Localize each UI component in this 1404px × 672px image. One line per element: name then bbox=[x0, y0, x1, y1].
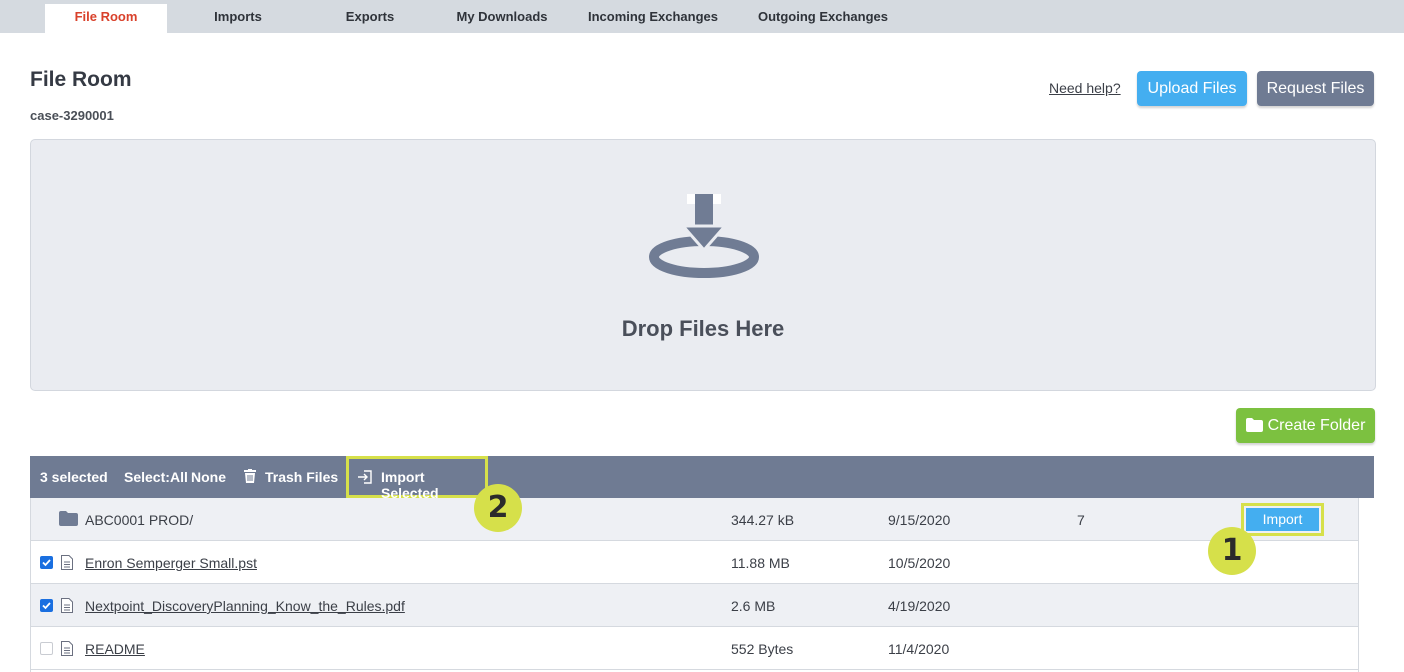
drop-zone[interactable]: Drop Files Here bbox=[30, 139, 1376, 391]
tab-file-room[interactable]: File Room bbox=[45, 4, 167, 33]
request-files-button[interactable]: Request Files bbox=[1257, 71, 1374, 106]
selected-count: 3 selected bbox=[40, 469, 108, 485]
file-size: 552 Bytes bbox=[731, 641, 794, 657]
select-all-link[interactable]: All bbox=[170, 469, 188, 485]
file-name-link[interactable]: Nextpoint_DiscoveryPlanning_Know_the_Rul… bbox=[85, 598, 405, 614]
upload-files-button[interactable]: Upload Files bbox=[1137, 71, 1247, 106]
folder-icon bbox=[59, 511, 78, 526]
document-icon bbox=[61, 555, 73, 570]
download-tray-icon bbox=[649, 194, 759, 278]
drop-files-text: Drop Files Here bbox=[621, 316, 785, 341]
file-name-link[interactable]: Enron Semperger Small.pst bbox=[85, 555, 257, 571]
case-id: case-3290001 bbox=[30, 108, 114, 123]
file-size: 2.6 MB bbox=[731, 598, 776, 614]
table-row[interactable]: Nextpoint_DiscoveryPlanning_Know_the_Rul… bbox=[31, 584, 1358, 627]
selection-toolbar: 3 selected Select: All None Trash Files … bbox=[30, 456, 1374, 501]
callout-badge-1: 1 bbox=[1208, 527, 1256, 575]
row-checkbox[interactable] bbox=[40, 556, 53, 569]
file-name-link[interactable]: README bbox=[85, 641, 145, 657]
tab-my-downloads[interactable]: My Downloads bbox=[447, 4, 557, 33]
tab-bar: File Room Imports Exports My Downloads I… bbox=[0, 0, 1404, 33]
table-row[interactable]: Enron Semperger Small.pst 11.88 MB 10/5/… bbox=[31, 541, 1358, 584]
tab-incoming-exchanges[interactable]: Incoming Exchanges bbox=[583, 4, 723, 33]
import-highlight: Import bbox=[1241, 503, 1324, 536]
file-size: 11.88 MB bbox=[731, 555, 790, 571]
row-checkbox[interactable] bbox=[40, 642, 53, 655]
file-count: 7 bbox=[1077, 512, 1085, 528]
folder-icon bbox=[1245, 418, 1263, 432]
file-size: 344.27 kB bbox=[731, 512, 795, 528]
import-arrow-icon bbox=[358, 470, 372, 484]
import-button[interactable]: Import bbox=[1246, 508, 1319, 531]
select-label: Select: bbox=[124, 469, 170, 485]
checkmark-icon bbox=[42, 559, 51, 567]
file-date: 9/15/2020 bbox=[888, 512, 951, 528]
import-selected-button[interactable]: Import Selected bbox=[346, 456, 488, 501]
trash-files-button[interactable]: Trash Files bbox=[265, 469, 338, 485]
create-folder-label: Create Folder bbox=[1267, 417, 1366, 434]
page-title: File Room bbox=[30, 68, 132, 91]
file-date: 11/4/2020 bbox=[888, 641, 950, 657]
file-table: ABC0001 PROD/ 344.27 kB 9/15/2020 7 Impo… bbox=[30, 498, 1359, 672]
need-help-link[interactable]: Need help? bbox=[1049, 80, 1121, 96]
table-row[interactable]: README 552 Bytes 11/4/2020 bbox=[31, 627, 1358, 670]
trash-icon bbox=[244, 469, 256, 483]
row-checkbox[interactable] bbox=[40, 599, 53, 612]
create-folder-button[interactable]: Create Folder bbox=[1236, 408, 1375, 443]
document-icon bbox=[61, 641, 73, 656]
callout-badge-2: 2 bbox=[474, 484, 522, 532]
select-none-link[interactable]: None bbox=[191, 469, 226, 485]
file-date: 10/5/2020 bbox=[888, 555, 951, 571]
document-icon bbox=[61, 598, 73, 613]
tab-exports[interactable]: Exports bbox=[309, 4, 431, 33]
tab-outgoing-exchanges[interactable]: Outgoing Exchanges bbox=[753, 4, 893, 33]
table-row[interactable]: ABC0001 PROD/ 344.27 kB 9/15/2020 7 Impo… bbox=[31, 498, 1358, 541]
tab-imports[interactable]: Imports bbox=[177, 4, 299, 33]
import-selected-label: Import Selected bbox=[381, 469, 439, 501]
checkmark-icon bbox=[42, 602, 51, 610]
file-date: 4/19/2020 bbox=[888, 598, 951, 614]
folder-name[interactable]: ABC0001 PROD/ bbox=[85, 512, 193, 528]
